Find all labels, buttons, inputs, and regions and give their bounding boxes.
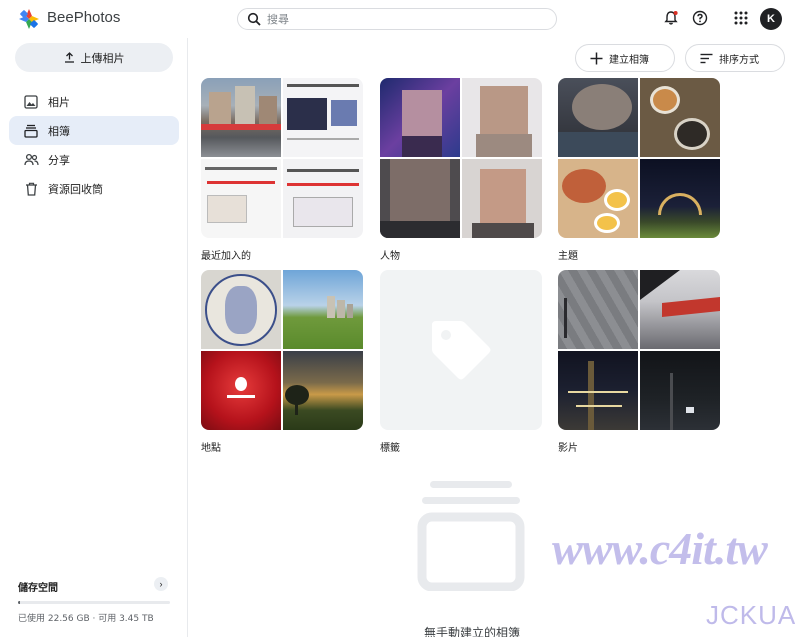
apps-grid-icon[interactable] bbox=[732, 9, 750, 27]
album-card-recently-added[interactable]: 最近加入的 bbox=[201, 78, 363, 262]
sort-button[interactable]: 排序方式 bbox=[685, 44, 785, 72]
storage-usage-fill bbox=[18, 601, 21, 604]
search-icon[interactable] bbox=[247, 12, 261, 26]
empty-albums-illustration bbox=[417, 481, 525, 591]
upload-photos-button[interactable]: 上傳相片 bbox=[15, 43, 173, 72]
album-thumbnail bbox=[558, 351, 638, 430]
album-thumbnail bbox=[201, 78, 281, 157]
album-thumbnail bbox=[640, 78, 720, 157]
storage-usage-text: 已使用 22.56 GB · 可用 3.45 TB bbox=[18, 614, 154, 624]
notifications-bell-icon[interactable] bbox=[662, 9, 680, 27]
album-thumbnail bbox=[201, 351, 281, 430]
sidebar: 上傳相片 相片 相簿 分享 資源回收筒 儲存空間 › 已使用 22.56 GB … bbox=[0, 38, 188, 637]
watermark-text: www.c4it.tw bbox=[552, 523, 768, 574]
search-bar[interactable] bbox=[237, 8, 557, 30]
help-icon[interactable] bbox=[691, 9, 709, 27]
album-card-places[interactable]: 地點 bbox=[201, 270, 363, 454]
upload-label: 上傳相片 bbox=[80, 51, 125, 65]
album-label: 最近加入的 bbox=[201, 251, 251, 262]
sidebar-item-label: 分享 bbox=[48, 153, 70, 167]
sidebar-item-albums[interactable]: 相簿 bbox=[9, 116, 179, 145]
empty-state-text: 無手動建立的相簿 bbox=[424, 626, 521, 637]
album-card-things[interactable]: 主題 bbox=[558, 78, 720, 262]
album-card-tags[interactable]: 標籤 bbox=[380, 270, 542, 454]
sidebar-item-label: 資源回收筒 bbox=[48, 182, 103, 196]
search-input[interactable] bbox=[267, 12, 547, 26]
album-card-videos[interactable]: 影片 bbox=[558, 270, 720, 454]
sidebar-item-label: 相片 bbox=[48, 95, 70, 109]
app-brand[interactable]: BeePhotos bbox=[47, 9, 120, 26]
album-thumbnail bbox=[558, 159, 638, 238]
storage-usage-bar bbox=[18, 601, 170, 604]
top-bar: BeePhotos K bbox=[0, 0, 795, 38]
album-thumbnail bbox=[640, 270, 720, 349]
album-thumbnail-grid[interactable] bbox=[558, 270, 720, 430]
album-thumbnail bbox=[283, 351, 363, 430]
sort-label: 排序方式 bbox=[719, 54, 759, 66]
album-thumbnail bbox=[558, 78, 638, 157]
sidebar-item-trash[interactable]: 資源回收筒 bbox=[9, 174, 179, 203]
sidebar-item-label: 相簿 bbox=[48, 124, 70, 138]
sidebar-item-photos[interactable]: 相片 bbox=[9, 87, 179, 116]
album-label: 標籤 bbox=[380, 443, 400, 454]
album-thumbnail bbox=[380, 159, 460, 238]
create-album-button[interactable]: 建立相簿 bbox=[575, 44, 675, 72]
album-label: 影片 bbox=[558, 443, 578, 454]
tag-icon bbox=[432, 321, 491, 380]
album-thumbnail bbox=[462, 159, 542, 238]
storage-title[interactable]: 儲存空間 bbox=[18, 579, 58, 594]
watermark-author: JCKUAN bbox=[706, 600, 795, 630]
photo-icon bbox=[23, 94, 39, 110]
beephotos-logo-icon[interactable] bbox=[18, 8, 40, 30]
people-icon bbox=[23, 152, 39, 168]
sort-icon bbox=[700, 53, 713, 63]
album-thumbnail bbox=[283, 159, 363, 238]
upload-icon bbox=[64, 52, 74, 63]
account-avatar[interactable]: K bbox=[760, 8, 782, 30]
album-thumbnail bbox=[640, 351, 720, 430]
album-thumbnail bbox=[201, 159, 281, 238]
create-album-label: 建立相簿 bbox=[609, 54, 649, 66]
album-thumbnail bbox=[558, 270, 638, 349]
album-icon bbox=[23, 123, 39, 139]
album-thumbnail bbox=[201, 270, 281, 349]
album-placeholder[interactable] bbox=[380, 270, 542, 430]
album-label: 地點 bbox=[201, 443, 221, 454]
album-thumbnail bbox=[283, 270, 363, 349]
album-card-people[interactable]: 人物 bbox=[380, 78, 542, 262]
chevron-right-icon[interactable]: › bbox=[154, 577, 168, 591]
album-label: 人物 bbox=[380, 251, 400, 262]
album-thumbnail bbox=[283, 78, 363, 157]
album-thumbnail bbox=[462, 78, 542, 157]
album-thumbnail-grid[interactable] bbox=[380, 78, 542, 238]
album-thumbnail bbox=[640, 159, 720, 238]
sidebar-item-sharing[interactable]: 分享 bbox=[9, 145, 179, 174]
album-thumbnail bbox=[380, 78, 460, 157]
album-thumbnail-grid[interactable] bbox=[558, 78, 720, 238]
album-label: 主題 bbox=[558, 251, 578, 262]
trash-icon bbox=[23, 181, 39, 197]
album-thumbnail-grid[interactable] bbox=[201, 270, 363, 430]
album-thumbnail-grid[interactable] bbox=[201, 78, 363, 238]
plus-icon bbox=[590, 52, 603, 64]
